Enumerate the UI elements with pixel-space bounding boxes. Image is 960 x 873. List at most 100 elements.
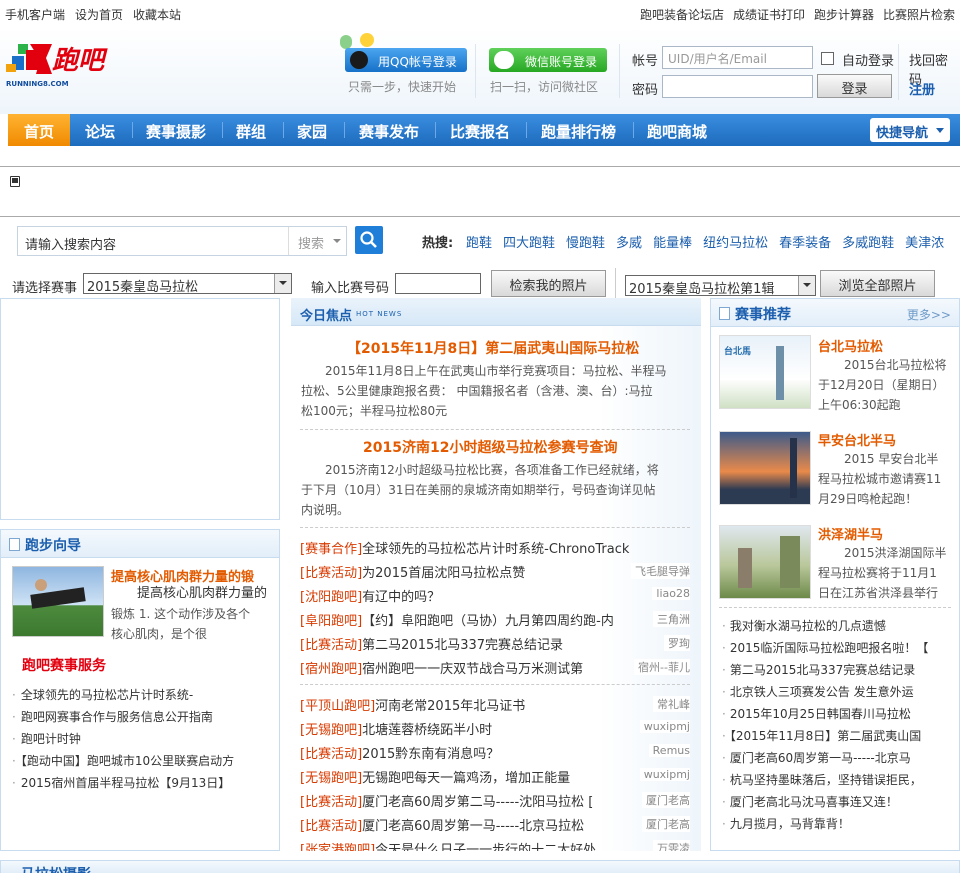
nav-race-publish[interactable]: 赛事发布 [359, 121, 419, 142]
list-item[interactable]: [阜阳跑吧]【约】阜阳跑吧（马协）九月第四周约跑-内 三角洲 [300, 610, 690, 630]
slideshow-area[interactable] [0, 298, 280, 520]
nav-home[interactable]: 首页 [24, 121, 54, 142]
account-input[interactable]: UID/用户名/Email [662, 46, 813, 69]
topic-author[interactable]: 飞毛腿导弹 [631, 563, 690, 579]
event-select[interactable]: 2015秦皇岛马拉松 [83, 273, 292, 295]
more-link[interactable]: 更多>> [907, 306, 951, 323]
list-item[interactable]: [沈阳跑吧]有辽中的吗？ liao28 [300, 586, 690, 606]
nav-race-photography[interactable]: 赛事摄影 [146, 121, 206, 142]
search-input[interactable]: 请输入搜索内容 [25, 234, 116, 253]
hot-search-item[interactable]: 多威跑鞋 [842, 232, 894, 251]
list-item[interactable]: 北京铁人三项赛发公告 发生意外运 [722, 683, 957, 700]
certificate-print-link[interactable]: 成绩证书打印 [733, 6, 805, 23]
hot-search-item[interactable]: 纽约马拉松 [703, 232, 768, 251]
topic-title[interactable]: 厦门老高60周岁第一马-----北京马拉松 [362, 819, 584, 834]
recommend-title[interactable]: 台北马拉松 [818, 336, 883, 355]
topic-author[interactable]: 万雯凌 [653, 840, 690, 851]
recommend-title[interactable]: 早安台北半马 [818, 430, 896, 449]
focus-headline-2[interactable]: 2015济南12小时超级马拉松参赛号查询 [363, 437, 617, 457]
list-item[interactable]: 【2015年11月8日】第二届武夷山国 [722, 727, 957, 744]
list-item[interactable]: [比赛活动]为2015首届沈阳马拉松点赞 飞毛腿导弹 [300, 562, 690, 582]
nav-forum[interactable]: 论坛 [85, 121, 115, 142]
list-item[interactable]: 厦门老高北马沈马喜事连又连！ [722, 793, 957, 810]
list-item[interactable]: [宿州跑吧]宿州跑吧一一庆双节战合马万米测试第 宿州--菲儿 [300, 658, 690, 678]
gear-forum-link[interactable]: 跑吧装备论坛店 [640, 6, 724, 23]
list-item[interactable]: 我对衡水湖马拉松的几点遗憾 [722, 617, 957, 634]
list-item[interactable]: [张家港跑吧]今天是什么日子一一步行的十二大好处 万雯凌 [300, 839, 690, 851]
topic-title[interactable]: 厦门老高60周岁第二马-----沈阳马拉松 [ [362, 795, 593, 810]
topic-tag[interactable]: [沈阳跑吧] [300, 590, 362, 605]
topic-author[interactable]: 三角洲 [653, 611, 690, 627]
race-photo-search-link[interactable]: 比赛照片检索 [883, 6, 955, 23]
hot-search-item[interactable]: 美津浓 [905, 232, 944, 251]
hot-search-item[interactable]: 慢跑鞋 [566, 232, 605, 251]
list-item[interactable]: 2015年10月25日韩国春川马拉松 [722, 705, 957, 722]
topic-author[interactable]: liao28 [652, 587, 690, 600]
topic-title[interactable]: 有辽中的吗？ [362, 590, 440, 605]
guide-feature-title[interactable]: 提高核心肌肉群力量的锻 [111, 566, 254, 585]
topic-title[interactable]: 北塘莲蓉桥绕跖半小时 [362, 723, 492, 738]
nav-mall[interactable]: 跑吧商城 [647, 121, 707, 142]
list-item[interactable]: 【跑动中国】跑吧城市10公里联赛启动方 [12, 752, 234, 769]
hot-search-item[interactable]: 跑鞋 [466, 232, 492, 251]
list-item[interactable]: [比赛活动]第二马2015北马337完赛总结记录 罗珣 [300, 634, 690, 654]
topic-tag[interactable]: [比赛活动] [300, 819, 362, 834]
hot-search-item[interactable]: 四大跑鞋 [503, 232, 555, 251]
run-calculator-link[interactable]: 跑步计算器 [814, 6, 874, 23]
bookmark-link[interactable]: 收藏本站 [133, 6, 181, 23]
topic-title[interactable]: 为2015首届沈阳马拉松点赞 [362, 566, 525, 581]
recommend-title[interactable]: 洪泽湖半马 [818, 524, 883, 543]
list-item[interactable]: 跑吧计时钟 [12, 730, 81, 747]
topic-title[interactable]: 无锡跑吧每天一篇鸡汤，增加正能量 [362, 771, 570, 786]
focus-headline-1[interactable]: 【2015年11月8日】第二届武夷山国际马拉松 [347, 338, 639, 358]
nav-home-space[interactable]: 家园 [297, 121, 327, 142]
topic-author[interactable]: 厦门老高 [642, 816, 690, 832]
topic-tag[interactable]: [无锡跑吧] [300, 771, 362, 786]
list-item[interactable]: 2015临沂国际马拉松跑吧报名啦！【 [722, 639, 957, 656]
topic-title[interactable]: 今天是什么日子一一步行的十二大好处 [375, 843, 596, 851]
list-item[interactable]: [比赛活动]厦门老高60周岁第一马-----北京马拉松 厦门老高 [300, 815, 690, 835]
taipei-marathon-image[interactable]: 台北馬 [719, 335, 811, 409]
list-item[interactable]: 全球领先的马拉松芯片计时系统- [12, 686, 193, 703]
guide-feature-image[interactable] [12, 566, 104, 637]
hot-search-item[interactable]: 能量棒 [653, 232, 692, 251]
list-item[interactable]: [无锡跑吧]无锡跑吧每天一篇鸡汤，增加正能量 wuxipmj [300, 767, 690, 787]
topic-title[interactable]: 【约】阜阳跑吧（马协）九月第四周约跑-内 [362, 614, 614, 629]
topic-tag[interactable]: [平顶山跑吧] [300, 699, 375, 714]
topic-tag[interactable]: [比赛活动] [300, 566, 362, 581]
list-item[interactable]: 2015宿州首届半程马拉松【9月13日】 [12, 774, 230, 791]
password-input[interactable] [662, 75, 813, 98]
topic-title[interactable]: 第二马2015北马337完赛总结记录 [362, 638, 563, 653]
bib-number-input[interactable] [395, 273, 481, 294]
topic-author[interactable]: 罗珣 [664, 635, 690, 651]
topic-author[interactable]: wuxipmj [639, 720, 690, 733]
nav-race-signup[interactable]: 比赛报名 [450, 121, 510, 142]
search-button[interactable] [355, 226, 383, 254]
search-my-photos-button[interactable]: 检索我的照片 [491, 270, 606, 297]
topic-title[interactable]: 宿州跑吧一一庆双节战合马万米测试第 [362, 662, 583, 677]
album-select[interactable]: 2015秦皇岛马拉松第1辑 [625, 275, 816, 297]
topic-title[interactable]: 2015黔东南有消息吗？ [362, 747, 499, 762]
list-item[interactable]: [平顶山跑吧]河南老常2015年北马证书 常礼峰 [300, 695, 690, 715]
hongze-lake-image[interactable] [719, 525, 811, 599]
nav-groups[interactable]: 群组 [236, 121, 266, 142]
site-logo[interactable]: 跑吧 RUNNING8.COM [6, 36, 134, 90]
taipei-half-image[interactable] [719, 431, 811, 505]
list-item[interactable]: 第二马2015北马337完赛总结记录 [722, 661, 957, 678]
topic-tag[interactable]: [比赛活动] [300, 795, 362, 810]
list-item[interactable]: 厦门老高60周岁第一马-----北京马 [722, 749, 957, 766]
hot-search-item[interactable]: 春季装备 [779, 232, 831, 251]
qq-login-button[interactable]: 用QQ帐号登录 [345, 48, 467, 72]
topic-tag[interactable]: [张家港跑吧] [300, 843, 375, 851]
auto-login-checkbox[interactable] [821, 52, 834, 65]
list-item[interactable]: [比赛活动]2015黔东南有消息吗？ Remus [300, 743, 690, 763]
topic-author[interactable]: 厦门老高 [642, 792, 690, 808]
list-item[interactable]: [赛事合作]全球领先的马拉松芯片计时系统-ChronoTrack [300, 538, 690, 558]
list-item[interactable]: 九月揽月，马背靠背！ [722, 815, 957, 832]
quick-nav-button[interactable]: 快捷导航 [870, 118, 950, 142]
search-type-dropdown[interactable]: 搜索 [288, 227, 347, 255]
set-homepage-link[interactable]: 设为首页 [75, 6, 123, 23]
topic-tag[interactable]: [无锡跑吧] [300, 723, 362, 738]
list-item[interactable]: [无锡跑吧]北塘莲蓉桥绕跖半小时 wuxipmj [300, 719, 690, 739]
topic-author[interactable]: 宿州--菲儿 [634, 659, 690, 675]
